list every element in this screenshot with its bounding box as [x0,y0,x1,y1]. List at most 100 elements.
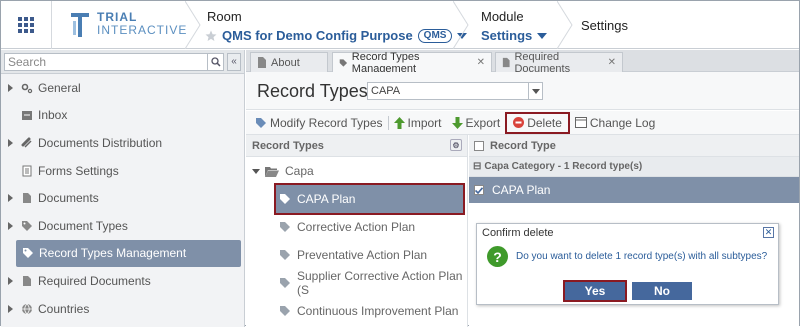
tree-item-supplier-corrective-action-plan[interactable]: Supplier Corrective Action Plan (S [246,269,467,297]
close-icon[interactable]: ✕ [608,57,616,68]
sidebar-item-label: Forms Settings [38,163,119,178]
close-icon[interactable]: ✕ [763,227,774,238]
link-icon [21,137,33,149]
module-selector[interactable]: Settings [481,28,548,43]
tab-record-types-management[interactable]: Record Types Management ✕ [332,50,492,75]
toolbar: Modify Record Types Import Export Delete… [246,111,799,135]
folder-open-icon [265,166,279,177]
expand-arrow-icon[interactable] [8,276,13,285]
grid-header: Record Type [469,135,799,157]
arrow-up-icon [393,116,405,129]
dialog-body: ? Do you want to delete 1 record type(s)… [487,246,767,267]
breadcrumb-separator [185,1,201,49]
expand-arrow-icon[interactable] [8,83,13,92]
tab-label: About [271,56,300,69]
record-types-tree: Record Types ⚙ Capa CAPA Plan Corrective… [246,135,468,327]
search-icon[interactable] [207,53,223,70]
breadcrumb-separator [557,1,573,49]
select-all-checkbox[interactable] [474,140,484,151]
tree-item-label: Corrective Action Plan [297,220,416,234]
modify-label: Modify Record Types [270,115,383,130]
close-icon[interactable]: ✕ [477,57,485,68]
import-button[interactable]: Import [389,113,447,133]
document-icon [21,192,33,204]
star-icon[interactable] [205,30,217,42]
tree-item-continuous-improvement-plan[interactable]: Continuous Improvement Plan [246,297,467,325]
sidebar-item-record-types-management[interactable]: Record Types Management [16,239,241,268]
modify-record-types-button[interactable]: Modify Record Types [250,113,388,133]
tree-item-label: Continuous Improvement Plan [297,304,459,318]
grid-header-label: Record Type [490,139,556,152]
page-title: Settings [581,18,628,33]
tree-item-capa-plan[interactable]: CAPA Plan [274,183,465,215]
tab-about[interactable]: About [250,52,328,72]
document-icon [502,57,510,68]
top-header: TRIAL INTERACTIVE Room QMS for Demo Conf… [1,1,799,49]
tag-icon [22,247,34,259]
module-name: Settings [481,28,533,43]
row-checkbox[interactable] [474,185,484,195]
sidebar: Search « General Inbox Documents Distrib… [1,50,245,327]
sidebar-item-required-documents[interactable]: Required Documents [1,267,244,295]
tree-item-corrective-action-plan[interactable]: Corrective Action Plan [246,213,467,241]
question-icon: ? [487,246,508,267]
expand-arrow-icon[interactable] [8,138,13,147]
sidebar-item-label: Countries [38,301,90,316]
room-selector[interactable]: QMS for Demo Config Purpose QMS [205,28,468,43]
gears-icon [21,82,33,94]
tab-label: Record Types Management [351,50,420,75]
tree-header-label: Record Types [252,139,324,152]
sidebar-item-general[interactable]: General [1,74,244,102]
delete-button[interactable]: Delete [505,111,570,134]
grid-icon [18,17,34,33]
tree-folder-label: Capa [285,164,314,178]
tag-icon [279,221,291,233]
app-grid-button[interactable] [1,1,51,49]
calendar-icon [574,117,587,128]
tab-required-documents[interactable]: Required Documents ✕ [495,50,623,75]
logo[interactable]: TRIAL INTERACTIVE [69,9,187,39]
document-icon [258,57,266,68]
sidebar-item-documents[interactable]: Documents [1,184,244,212]
sidebar-item-label: General [38,80,81,95]
collapse-sidebar-icon[interactable]: « [227,52,241,71]
sidebar-item-documents-distribution[interactable]: Documents Distribution [1,129,244,157]
title-row: Record Types CAPA [246,72,799,110]
dialog-title: Confirm delete ✕ [477,224,778,242]
sidebar-item-forms-settings[interactable]: Forms Settings [1,157,244,185]
room-label: Room [207,9,242,24]
sidebar-search-row: Search « [1,50,244,74]
expand-arrow-icon[interactable] [8,221,13,230]
globe-icon [21,303,33,315]
export-button[interactable]: Export [447,113,506,133]
group-minus-icon[interactable]: ⊟ [473,161,481,172]
grid-group-row[interactable]: ⊟ Capa Category - 1 Record type(s) [469,157,799,177]
tree-item-label: CAPA Plan [297,192,356,206]
yes-button[interactable]: Yes [563,280,627,302]
tree-item-preventative-action-plan[interactable]: Preventative Action Plan [246,241,467,269]
category-select[interactable]: CAPA [367,82,543,100]
expand-arrow-icon[interactable] [8,304,13,313]
collapse-arrow-icon[interactable] [252,168,260,174]
form-icon [21,165,33,177]
sidebar-item-inbox[interactable]: Inbox [1,102,244,130]
search-input[interactable]: Search [4,52,224,71]
room-name: QMS for Demo Config Purpose [222,28,413,43]
sidebar-item-document-types[interactable]: Document Types [1,212,244,240]
tab-label: Required Documents [514,50,571,75]
chevron-down-icon[interactable] [528,83,542,99]
dialog-message: Do you want to delete 1 record type(s) w… [516,251,768,262]
expand-arrow-icon[interactable] [8,194,13,203]
no-button[interactable]: No [632,282,692,300]
tree-folder-capa[interactable]: Capa [246,157,467,185]
change-log-button[interactable]: Change Log [570,113,660,133]
chevron-down-icon [537,32,548,39]
dialog-buttons: Yes No [563,280,692,302]
tab-bar: About Record Types Management ✕ Required… [246,50,799,75]
settings-icon[interactable]: ⚙ [450,139,462,151]
sidebar-item-countries[interactable]: Countries [1,295,244,323]
minus-circle-icon [513,117,525,128]
search-placeholder: Search [8,54,47,69]
table-row[interactable]: CAPA Plan [469,177,799,203]
sidebar-item-label: Inbox [38,108,68,123]
